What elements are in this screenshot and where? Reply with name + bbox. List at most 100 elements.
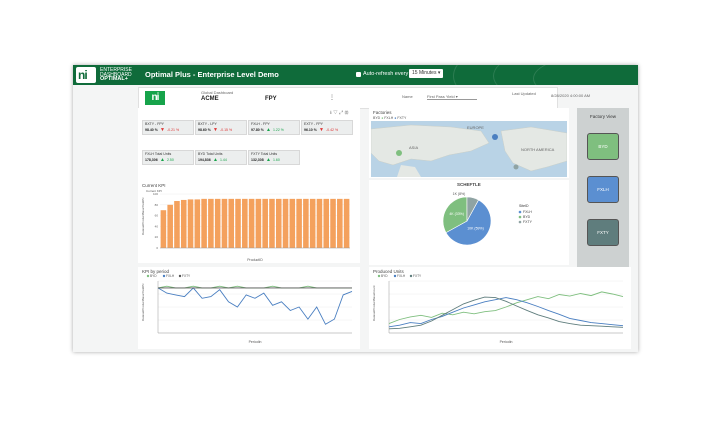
filter-icon[interactable]: ▽: [333, 110, 338, 116]
bar: [296, 198, 302, 248]
bar: [160, 210, 167, 248]
auto-refresh-select[interactable]: 15 Minutes ▾: [409, 69, 444, 78]
vertical-dots-icon[interactable]: ⋮: [329, 94, 335, 101]
checkbox-icon[interactable]: [356, 71, 361, 77]
legend-dot-icon: [393, 274, 397, 278]
bar: [309, 198, 316, 248]
kpi-change: -0.42 %: [326, 128, 339, 132]
filter-select[interactable]: First Pass Yield ▾: [427, 94, 477, 100]
kpi-card[interactable]: EXTY - FPY 96.10 % ▼ -0.42 %: [301, 120, 353, 135]
kpi-value: 178,306: [145, 158, 158, 162]
kpi-value: 97.80 %: [251, 128, 264, 132]
kpi-change: -0.15 %: [220, 128, 233, 132]
factory-view-title: Factory View: [590, 114, 616, 119]
kpi-value: 96.10 %: [304, 128, 317, 132]
legend-dot-icon: [409, 274, 413, 278]
bar: [228, 198, 235, 248]
line-legend-item: BYD: [381, 274, 388, 278]
y-tick-label: 40: [155, 224, 159, 228]
arrow-up-icon: ▲: [266, 127, 271, 133]
kpi-by-period-chart: BYD FXLH FXTY DatasetProductBaseYieldPc Peri…: [141, 274, 353, 344]
bar: [214, 198, 221, 248]
kpi-label: FXLH - FPY: [251, 122, 270, 126]
bar: [303, 198, 309, 248]
pie-legend-item: FXTY: [523, 220, 533, 224]
bar: [282, 198, 289, 248]
app-title: Optimal Plus - Enterprise Level Demo: [145, 70, 279, 79]
line-y-label: DatasetProductBaseCount: [372, 285, 376, 321]
produced-units-panel: Produced Units BYD FXLH FXTY DatasetProduct…: [369, 267, 631, 349]
y-tick-label: 80: [155, 203, 159, 207]
kpi-card[interactable]: BXTY - LPY 98.60 % ▼ -0.15 %: [195, 120, 247, 135]
bar: [194, 199, 201, 248]
factory-marker-fxlh[interactable]: [492, 134, 498, 140]
kpi-card[interactable]: BYD Total Units 194,836 ▲ 1.44: [195, 150, 247, 165]
filter-value: First Pass Yield: [427, 94, 455, 99]
bar: [221, 198, 228, 248]
bar: [289, 198, 296, 248]
metric-name: FPY: [265, 96, 277, 102]
arrow-up-icon: ▲: [160, 157, 165, 163]
factory-button-byd[interactable]: BYD: [587, 133, 619, 160]
y-tick-label: 60: [155, 214, 159, 218]
expand-icon[interactable]: ⤢: [339, 110, 343, 116]
kpi-label: FXLH Total Units: [145, 152, 172, 156]
settings-icon[interactable]: ⚙: [345, 110, 349, 116]
kpi-panel: ⭳ ▽ ⤢ ⚙ BXTY - FPY 98.40 % ▼ -0.21 % BXTY - …: [138, 108, 360, 263]
map-label-asia: ASIA: [409, 145, 418, 150]
bar: [235, 198, 241, 248]
bar: [174, 201, 180, 248]
global-dashboard-label: Global Dashboard: [201, 90, 234, 95]
kpi-value: 132,308: [251, 158, 264, 162]
factory-marker-byd[interactable]: [396, 150, 402, 156]
bar: [316, 198, 323, 248]
pie-slice-label: 10K (59%): [467, 226, 484, 230]
bar: [330, 198, 336, 248]
factories-title: Factories: [373, 110, 392, 115]
ni-logo: ni: [76, 67, 96, 83]
last-updated-value: 8/28/2020 4:00:00 AM: [551, 93, 591, 98]
arrow-up-icon: ▲: [213, 157, 218, 163]
kpi-card[interactable]: FXLH Total Units 178,306 ▲ 2.50: [142, 150, 194, 165]
y-tick-label: 0: [156, 246, 158, 250]
kpi-card[interactable]: FXLH - FPY 97.80 % ▲ 1.22 %: [248, 120, 300, 135]
world-map[interactable]: ASIA EUROPE NORTH AMERICA: [371, 121, 567, 177]
kpi-change: 1.22 %: [273, 128, 284, 132]
legend-dot-icon: [518, 220, 522, 224]
bar: [187, 199, 194, 248]
bar: [167, 204, 173, 248]
kpi-card[interactable]: FXTY Total Units 132,308 ▲ 1.60: [248, 150, 300, 165]
bar: [255, 198, 262, 248]
legend-byd: BYD: [373, 116, 381, 120]
legend-fxty: FXTY: [397, 116, 407, 120]
kpi-card[interactable]: BXTY - FPY 98.40 % ▼ -0.21 %: [142, 120, 194, 135]
kpi-value: 194,836: [198, 158, 211, 162]
auto-refresh-label: Auto-refresh every: [363, 71, 409, 77]
pie-legend-item: FXLH: [523, 210, 532, 214]
line-series: [388, 296, 624, 330]
auto-refresh-toggle[interactable]: Auto-refresh every: [356, 71, 408, 77]
kpi-label: FXTY Total Units: [251, 152, 278, 156]
kpi-label: BXTY - FPY: [145, 122, 164, 126]
kpi-value: 98.60 %: [198, 128, 211, 132]
factory-button-fxlh[interactable]: FXLH: [587, 176, 619, 203]
factory-button-fxty[interactable]: FXTY: [587, 219, 619, 246]
legend-dot-icon: [377, 274, 381, 278]
legend-dot-icon: [146, 274, 150, 278]
bar: [208, 198, 214, 248]
kpi-label: BYD Total Units: [198, 152, 223, 156]
panel-toolbar: ⭳ ▽ ⤢ ⚙: [330, 110, 349, 118]
dashboard-window: ni ENTERPRISE DASHBOARD OPTIMAL+ Optimal…: [73, 65, 638, 352]
site-pie-panel: SCHEFTLE 10K (59%) 4K (33%) 1K (8%) SiteID F…: [369, 180, 569, 265]
pie-slice-label: 4K (33%): [449, 212, 464, 216]
kpi-label: BXTY - LPY: [198, 122, 217, 126]
bar: [201, 198, 207, 248]
line-x-label: Periodin: [500, 340, 513, 344]
line-series: [388, 291, 624, 325]
bar: [242, 198, 248, 248]
map-label-europe: EUROPE: [467, 125, 484, 130]
download-icon[interactable]: ⭳: [330, 110, 332, 116]
kpi-by-period-panel: KPI by period BYD FXLH FXTY DatasetProductB…: [138, 267, 360, 349]
pie-callout: 1K (8%): [453, 192, 466, 196]
factory-marker-fxty[interactable]: [513, 164, 519, 170]
